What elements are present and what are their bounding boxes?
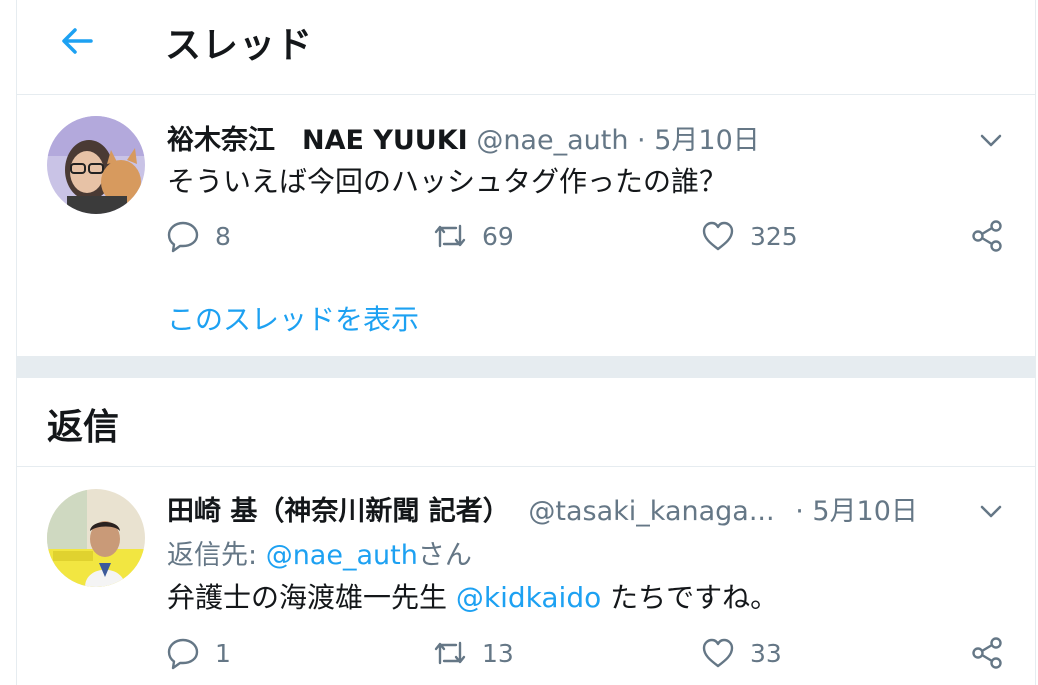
show-thread-link[interactable]: このスレッドを表示 (167, 298, 419, 338)
replies-heading: 返信 (47, 407, 120, 448)
dot-separator: · (637, 125, 646, 156)
section-separator (17, 356, 1035, 378)
reply-icon (167, 221, 199, 253)
share-icon (972, 220, 1002, 252)
heart-icon (702, 638, 734, 668)
retweet-icon (434, 641, 466, 665)
tweet-menu-button[interactable] (977, 501, 1005, 521)
retweet-count: 13 (482, 638, 514, 668)
display-name[interactable]: 裕木奈江 NAE YUUKI (167, 125, 468, 156)
text-part: たちですね。 (601, 581, 779, 614)
avatar[interactable] (47, 116, 145, 214)
retweet-count: 69 (482, 221, 514, 251)
retweet-icon (434, 224, 466, 248)
chevron-down-icon (980, 134, 1002, 147)
thread-column: スレッド 裕木奈江 NAE YUUKI @nae_auth · 5月10日 そう… (16, 0, 1036, 685)
reply-to-suffix: さん (417, 540, 472, 571)
reply-to-mention[interactable]: @nae_auth (266, 540, 418, 571)
display-name[interactable]: 田崎 基（神奈川新聞 記者） (167, 496, 510, 527)
tweet-text: 弁護士の海渡雄一先生 @kidkaido たちですね。 (167, 576, 778, 616)
like-count: 325 (750, 221, 798, 251)
tweet-header: 裕木奈江 NAE YUUKI @nae_auth · 5月10日 (167, 118, 760, 157)
reply-button[interactable]: 8 (165, 216, 231, 256)
avatar[interactable] (47, 489, 145, 587)
heart-icon (702, 221, 734, 251)
reply-to-line: 返信先: @nae_authさん (167, 533, 472, 572)
like-button[interactable]: 33 (700, 633, 782, 673)
share-button[interactable] (969, 216, 1005, 256)
user-handle[interactable]: @nae_auth (476, 125, 628, 156)
user-handle[interactable]: @tasaki_kanaga... (528, 496, 774, 527)
tweet-header: 田崎 基（神奈川新聞 記者） @tasaki_kanaga... · 5月10日 (167, 489, 918, 528)
mention-link[interactable]: @kidkaido (456, 581, 601, 614)
reply-icon (167, 638, 199, 670)
like-count: 33 (750, 638, 782, 668)
header-bar: スレッド (17, 0, 1035, 95)
tweet-date[interactable]: 5月10日 (654, 125, 760, 156)
share-icon (972, 637, 1002, 669)
arrow-left-icon (62, 28, 93, 54)
reply-to-label: 返信先: (167, 540, 266, 571)
tweet-text: そういえば今回のハッシュタグ作ったの誰？ (167, 165, 728, 198)
tweet-date[interactable]: 5月10日 (812, 496, 918, 527)
tweet-menu-button[interactable] (977, 130, 1005, 150)
reply-button[interactable]: 1 (165, 633, 231, 673)
back-button[interactable] (57, 24, 97, 58)
dot-separator: · (795, 496, 804, 527)
share-button[interactable] (969, 633, 1005, 673)
retweet-button[interactable]: 13 (432, 633, 514, 673)
retweet-button[interactable]: 69 (432, 216, 514, 256)
chevron-down-icon (980, 505, 1002, 518)
reply-count: 1 (215, 638, 231, 668)
text-part: 弁護士の海渡雄一先生 (167, 581, 456, 614)
like-button[interactable]: 325 (700, 216, 798, 256)
page-title: スレッド (165, 25, 314, 66)
reply-count: 8 (215, 221, 231, 251)
